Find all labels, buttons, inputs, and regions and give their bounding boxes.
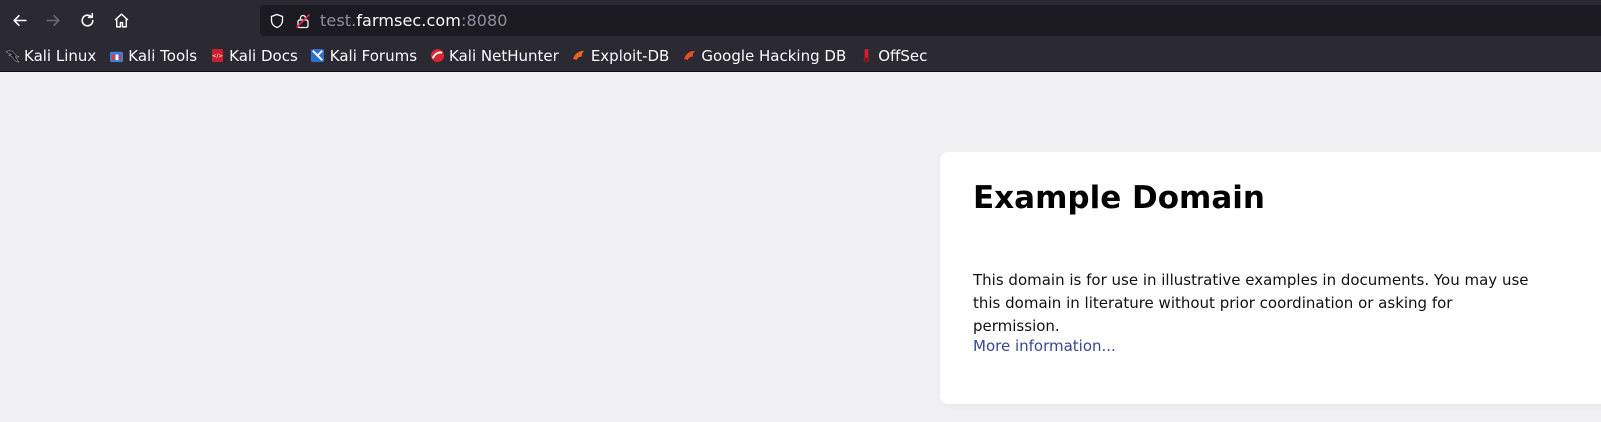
bookmark-kali-linux[interactable]: Kali Linux bbox=[0, 43, 100, 69]
forward-button[interactable] bbox=[38, 5, 68, 35]
insecure-lock-icon[interactable] bbox=[294, 12, 312, 30]
bookmark-kali-tools[interactable]: Kali Tools bbox=[104, 43, 201, 69]
bookmark-label: Exploit-DB bbox=[590, 46, 670, 65]
reload-button[interactable] bbox=[72, 5, 102, 35]
url-subdomain: test. bbox=[320, 11, 357, 30]
content-card: Example Domain This domain is for use in… bbox=[940, 152, 1601, 404]
page-description: This domain is for use in illustrative e… bbox=[973, 271, 1529, 335]
bookmark-label: Kali NetHunter bbox=[449, 46, 559, 65]
bookmark-kali-nethunter[interactable]: Kali NetHunter bbox=[425, 43, 563, 69]
bookmark-label: OffSec bbox=[878, 46, 928, 65]
reload-icon bbox=[80, 12, 94, 27]
svg-text:</>: </> bbox=[211, 53, 223, 59]
bookmark-kali-docs[interactable]: </> Kali Docs bbox=[205, 43, 302, 69]
kali-dragon-icon bbox=[4, 48, 20, 64]
bookmark-kali-forums[interactable]: Kali Forums bbox=[306, 43, 421, 69]
offsec-icon bbox=[858, 48, 874, 64]
bookmark-label: Kali Docs bbox=[229, 46, 298, 65]
url-bar[interactable]: test.farmsec.com:8080 bbox=[260, 5, 1601, 36]
ghdb-icon bbox=[681, 48, 697, 64]
shield-icon[interactable] bbox=[268, 12, 286, 30]
home-button[interactable] bbox=[106, 5, 136, 35]
url-port: :8080 bbox=[460, 11, 508, 30]
url-host: farmsec.com bbox=[356, 11, 461, 30]
bookmark-exploit-db[interactable]: Exploit-DB bbox=[567, 43, 674, 69]
kali-forums-icon bbox=[310, 48, 326, 64]
exploit-db-icon bbox=[571, 48, 587, 64]
bookmark-label: Kali Forums bbox=[329, 46, 418, 65]
bookmark-label: Google Hacking DB bbox=[701, 46, 847, 65]
page-title: Example Domain bbox=[973, 180, 1265, 216]
url-text[interactable]: test.farmsec.com:8080 bbox=[320, 11, 508, 30]
kali-docs-icon: </> bbox=[209, 48, 225, 64]
kali-tools-icon bbox=[108, 48, 124, 64]
bookmark-offsec[interactable]: OffSec bbox=[854, 43, 931, 69]
bookmark-google-hacking-db[interactable]: Google Hacking DB bbox=[677, 43, 850, 69]
nethunter-icon bbox=[429, 48, 445, 64]
back-icon bbox=[12, 14, 27, 26]
forward-icon bbox=[45, 14, 60, 26]
bookmarks-toolbar: Kali Linux Kali Tools </> Kali Docs Kali… bbox=[0, 40, 1601, 72]
browser-toolbar: test.farmsec.com:8080 bbox=[0, 0, 1601, 40]
more-information-link[interactable]: More information... bbox=[973, 337, 1116, 355]
back-button[interactable] bbox=[4, 5, 34, 35]
home-icon bbox=[114, 12, 128, 28]
bookmark-label: Kali Linux bbox=[24, 46, 97, 65]
bookmark-label: Kali Tools bbox=[128, 46, 198, 65]
